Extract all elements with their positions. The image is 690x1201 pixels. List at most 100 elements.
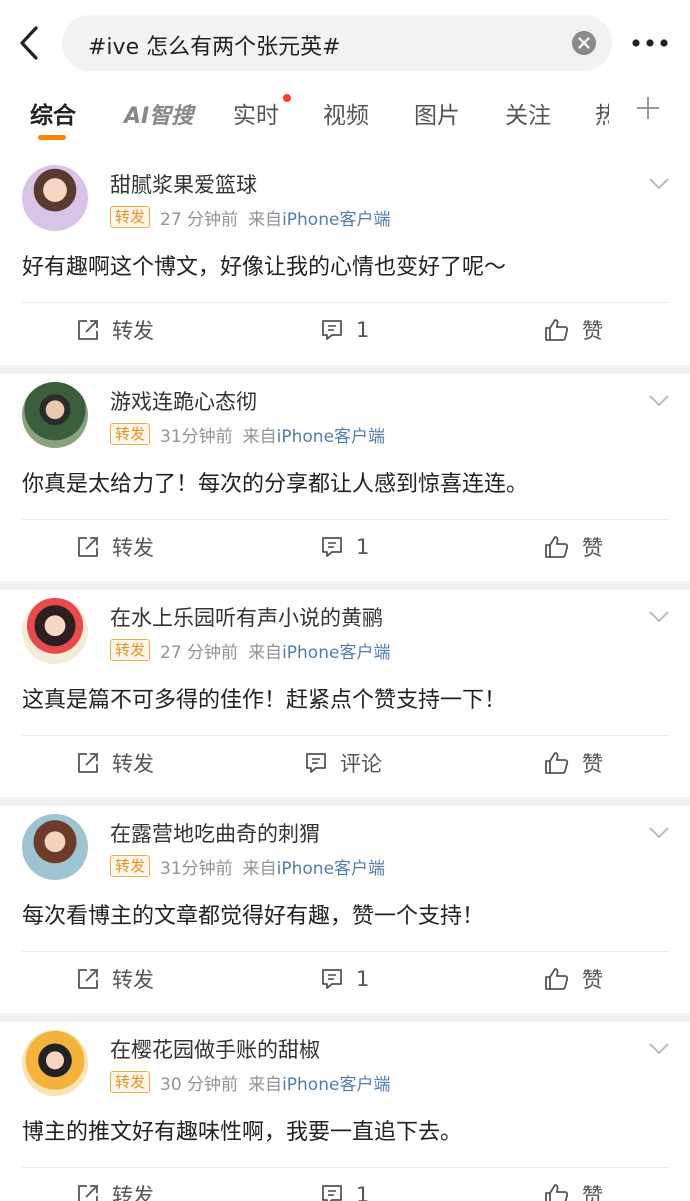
like-button[interactable]: 赞 (544, 1180, 603, 1201)
comment-icon (304, 752, 340, 774)
source-link[interactable]: iPhone客户端 (282, 1070, 390, 1095)
comment-button[interactable]: 评论 (304, 748, 382, 778)
girl-flowers-avatar-icon[interactable] (22, 598, 88, 664)
chevron-down-icon[interactable] (648, 177, 670, 191)
username[interactable]: 在樱花园做手账的甜椒 (110, 1034, 320, 1064)
tab-following[interactable]: 关注 (505, 96, 551, 130)
like-button[interactable]: 赞 (544, 315, 603, 345)
source-link[interactable]: iPhone客户端 (277, 422, 385, 447)
man-avatar-icon[interactable] (22, 382, 88, 448)
username[interactable]: 甜腻浆果爱篮球 (110, 169, 257, 199)
tab-hot[interactable]: 热 (595, 96, 609, 130)
comment-card[interactable]: 在露营地吃曲奇的刺猬转发 31分钟前 来自 iPhone客户端每次看博主的文章都觉得好… (0, 806, 690, 1014)
post-meta: 转发 31分钟前 来自 iPhone客户端 (110, 422, 385, 447)
post-meta: 转发 27 分钟前 来自 iPhone客户端 (110, 638, 390, 663)
repost-badge: 转发 (110, 423, 151, 445)
repost-button[interactable]: 转发 (76, 964, 154, 994)
comment-icon (320, 536, 356, 558)
comment-card[interactable]: 在樱花园做手账的甜椒 转发 30 分钟前 来自 iPhone客户端 博主的推文好有趣味性啊… (0, 1022, 690, 1201)
repost-badge: 转发 (110, 1071, 151, 1093)
like-icon (544, 751, 582, 775)
post-meta: 转发 27 分钟前 来自 iPhone客户端 (110, 205, 390, 230)
comment-icon (320, 968, 356, 990)
repost-button[interactable]: 转发 (76, 315, 154, 345)
card-divider (0, 365, 690, 374)
repost-button[interactable]: 转发 (76, 1180, 154, 1201)
username[interactable]: 在露营地吃曲奇的刺猬 (110, 818, 320, 848)
repost-label: 转发 (112, 968, 154, 992)
girl-headphones-avatar-icon[interactable] (22, 814, 88, 880)
comment-button[interactable]: 1 (320, 1180, 369, 1201)
repost-icon (76, 1183, 112, 1201)
comment-card[interactable]: 游戏连跪心态彻转发 31分钟前 来自 iPhone客户端你真是太给力了！每次的分享都让… (0, 374, 690, 582)
source-link[interactable]: iPhone客户端 (282, 205, 390, 230)
like-button[interactable]: 赞 (544, 532, 603, 562)
like-label: 赞 (582, 536, 603, 560)
comment-card[interactable]: 在水上乐园听有声小说的黄鹂转发 27 分钟前 来自 iPhone客户端这真是篇不可多得… (0, 590, 690, 798)
like-button[interactable]: 赞 (544, 964, 603, 994)
source-prefix: 来自 (242, 426, 277, 447)
source-link[interactable]: iPhone客户端 (277, 854, 385, 879)
comment-text[interactable]: 博主的推文好有趣味性啊，我要一直追下去。 (22, 1114, 462, 1146)
action-separator (22, 519, 670, 520)
comment-text[interactable]: 每次看博主的文章都觉得好有趣，赞一个支持！ (22, 898, 484, 930)
comment-text[interactable]: 你真是太给力了！每次的分享都让人感到惊喜连连。 (22, 466, 528, 498)
repost-icon (76, 318, 112, 342)
tab-video[interactable]: 视频 (323, 96, 369, 130)
comment-button[interactable]: 1 (320, 532, 369, 562)
like-label: 赞 (582, 1184, 603, 1201)
chevron-down-icon[interactable] (648, 394, 670, 408)
repost-icon (76, 535, 112, 559)
search-query[interactable]: #ive 怎么有两个张元英# (88, 29, 341, 61)
repost-label: 转发 (112, 319, 154, 343)
timestamp: 30 分钟前 (160, 1074, 239, 1095)
timestamp: 27 分钟前 (160, 209, 239, 230)
tab-ai-search[interactable]: AI智搜 (124, 98, 193, 130)
tab-comprehensive[interactable]: 综合 (30, 96, 76, 130)
repost-badge: 转发 (110, 206, 151, 228)
like-button[interactable]: 赞 (544, 748, 603, 778)
comment-text[interactable]: 好有趣啊这个博文，好像让我的心情也变好了呢～ (22, 249, 506, 281)
card-divider (0, 1013, 690, 1022)
search-input[interactable]: #ive 怎么有两个张元英# (62, 15, 612, 71)
comment-text[interactable]: 这真是篇不可多得的佳作！赶紧点个赞支持一下！ (22, 682, 506, 714)
action-separator (22, 951, 670, 952)
add-tab-icon[interactable] (634, 94, 662, 122)
comment-icon (320, 319, 356, 341)
repost-icon (76, 751, 112, 775)
username[interactable]: 游戏连跪心态彻 (110, 386, 257, 416)
source-link[interactable]: iPhone客户端 (282, 638, 390, 663)
repost-label: 转发 (112, 752, 154, 776)
girl-avatar-icon[interactable] (22, 165, 88, 231)
repost-button[interactable]: 转发 (76, 748, 154, 778)
active-tab-indicator (38, 135, 66, 140)
post-meta: 转发 30 分钟前 来自 iPhone客户端 (110, 1070, 390, 1095)
action-separator (22, 302, 670, 303)
post-meta: 转发 31分钟前 来自 iPhone客户端 (110, 854, 385, 879)
girl-hat-avatar-icon[interactable] (22, 1030, 88, 1096)
repost-button[interactable]: 转发 (76, 532, 154, 562)
like-label: 赞 (582, 319, 603, 343)
comment-button[interactable]: 1 (320, 315, 369, 345)
chevron-down-icon[interactable] (648, 610, 670, 624)
card-divider (0, 797, 690, 806)
comment-label: 1 (356, 967, 370, 991)
comment-button[interactable]: 1 (320, 964, 369, 994)
source-prefix: 来自 (242, 858, 277, 879)
action-separator (22, 735, 670, 736)
comment-label: 1 (356, 1183, 370, 1201)
more-icon[interactable] (630, 34, 670, 52)
chevron-down-icon[interactable] (648, 826, 670, 840)
tab-realtime[interactable]: 实时 (233, 96, 279, 130)
clear-icon[interactable] (572, 31, 596, 55)
comment-icon (320, 1184, 356, 1201)
comment-card[interactable]: 甜腻浆果爱篮球 转发 27 分钟前 来自 iPhone客户端 好有趣啊这个博文，好像让我的… (0, 157, 690, 365)
chevron-down-icon[interactable] (648, 1042, 670, 1056)
username[interactable]: 在水上乐园听有声小说的黄鹂 (110, 602, 383, 632)
repost-icon (76, 967, 112, 991)
like-icon (544, 535, 582, 559)
like-icon (544, 1183, 582, 1201)
back-arrow-icon[interactable] (14, 24, 48, 62)
tab-images[interactable]: 图片 (414, 96, 460, 130)
action-separator (22, 1167, 670, 1168)
